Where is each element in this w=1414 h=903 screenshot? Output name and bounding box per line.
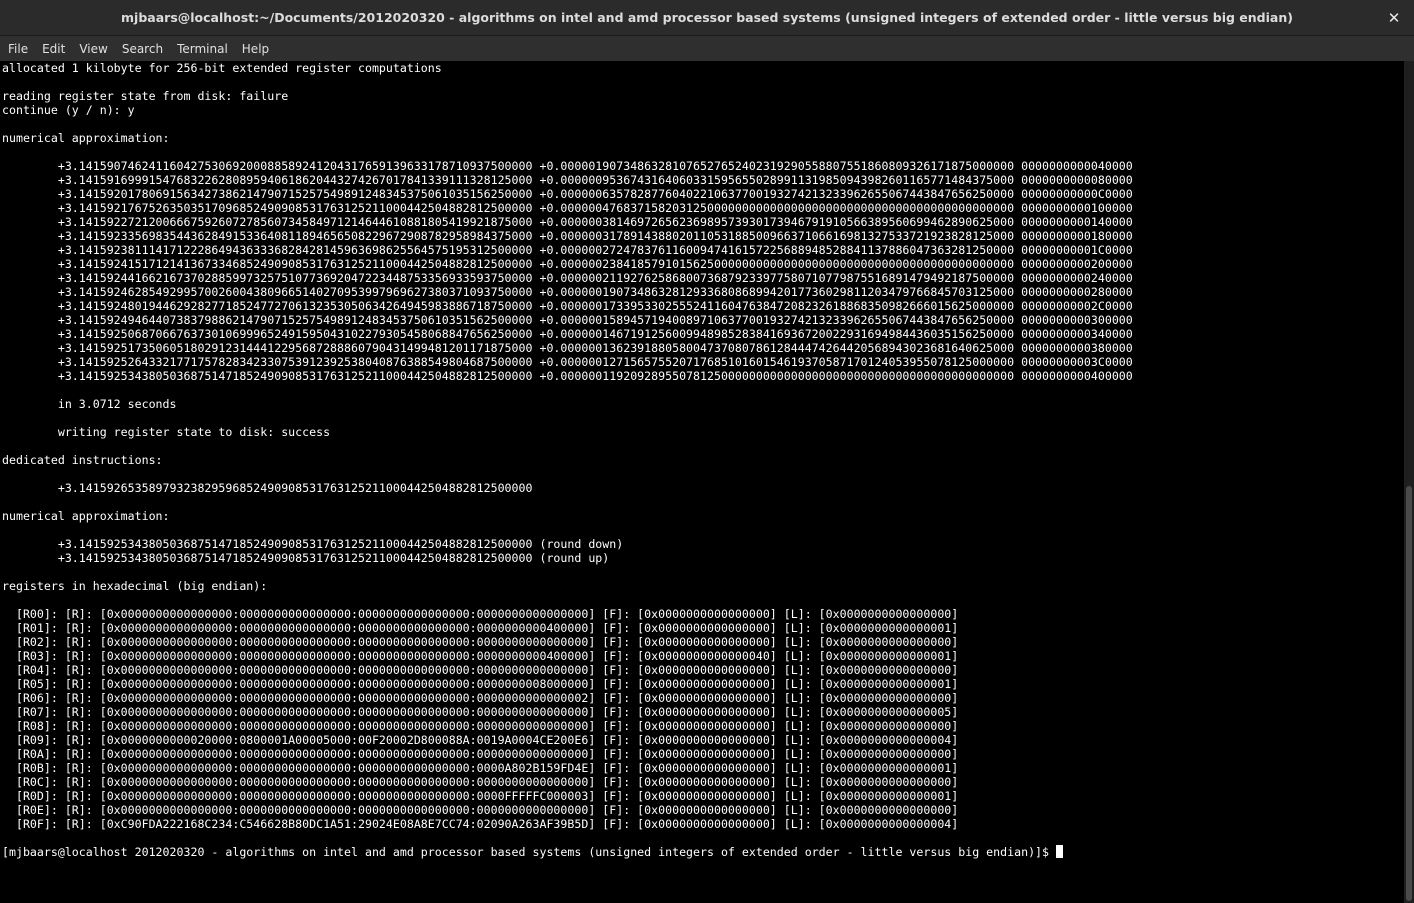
terminal-line: [R06]: [R]: [0x0000000000000000:00000000…: [2, 691, 959, 705]
terminal-line: numerical approximation:: [2, 509, 170, 523]
terminal-line: [R0E]: [R]: [0x0000000000000000:00000000…: [2, 803, 959, 817]
terminal-line: [R0D]: [R]: [0x0000000000000000:00000000…: [2, 789, 959, 803]
window-title: mjbaars@localhost:~/Documents/2012020320…: [121, 10, 1293, 25]
terminal-line: registers in hexadecimal (big endian):: [2, 579, 268, 593]
terminal-line: [R0B]: [R]: [0x0000000000000000:00000000…: [2, 761, 959, 775]
window-titlebar: mjbaars@localhost:~/Documents/2012020320…: [0, 0, 1414, 36]
terminal-line: in 3.0712 seconds: [2, 397, 177, 411]
terminal-line: continue (y / n): y: [2, 103, 135, 117]
terminal-line: +3.1415925068706676373010699965249159504…: [2, 327, 1133, 341]
terminal-line: +3.1415924801944629282771852477270613235…: [2, 299, 1133, 313]
terminal-cursor: [1055, 845, 1063, 858]
terminal-line: [R02]: [R]: [0x0000000000000000:00000000…: [2, 635, 959, 649]
terminal-line: [R01]: [R]: [0x0000000000000000:00000000…: [2, 621, 959, 635]
terminal-line: +3.1415922721200666759260727856073458497…: [2, 215, 1133, 229]
menu-terminal[interactable]: Terminal: [177, 42, 228, 56]
close-icon[interactable]: ✕: [1384, 8, 1404, 28]
terminal-line: +3.1415925264332177175782834233075391239…: [2, 355, 1133, 369]
terminal-line: +3.1415924151712141367334685249090853176…: [2, 257, 1133, 271]
terminal-line: +3.1415923356983544362849153364081189465…: [2, 229, 1133, 243]
scrollbar-thumb[interactable]: [1406, 486, 1412, 901]
terminal-line: +3.1415923811141712228649436333682842814…: [2, 243, 1133, 257]
terminal-line: [R03]: [R]: [0x0000000000000000:00000000…: [2, 649, 959, 663]
terminal-line: dedicated instructions:: [2, 453, 163, 467]
terminal-line: [R04]: [R]: [0x0000000000000000:00000000…: [2, 663, 959, 677]
terminal-scrollbar[interactable]: [1404, 61, 1414, 903]
terminal-line: +3.1415920178069156342738621479071525754…: [2, 187, 1133, 201]
terminal-line: +3.1415926535897932382959685249090853176…: [2, 481, 533, 495]
terminal-line: +3.1415924946440738379886214790715257549…: [2, 313, 1133, 327]
terminal-line: [R08]: [R]: [0x0000000000000000:00000000…: [2, 719, 959, 733]
terminal-line: +3.1415925343805036875147185249090853176…: [2, 537, 624, 551]
terminal-line: [R00]: [R]: [0x0000000000000000:00000000…: [2, 607, 959, 621]
terminal-output[interactable]: allocated 1 kilobyte for 256-bit extende…: [0, 61, 1404, 903]
terminal-line: +3.1415924628549299570026004380966514027…: [2, 285, 1133, 299]
terminal-line: +3.1415916999154768322628089594061862044…: [2, 173, 1133, 187]
terminal-line: reading register state from disk: failur…: [2, 89, 289, 103]
menu-search[interactable]: Search: [122, 42, 163, 56]
terminal-line: [R05]: [R]: [0x0000000000000000:00000000…: [2, 677, 959, 691]
terminal-line: +3.1415907462411604275306920008858924120…: [2, 159, 1133, 173]
terminal-line: allocated 1 kilobyte for 256-bit extende…: [2, 61, 442, 75]
menu-help[interactable]: Help: [242, 42, 269, 56]
terminal-line: [R09]: [R]: [0x0000000000020000:0800001A…: [2, 733, 959, 747]
terminal-line: [R07]: [R]: [0x0000000000000000:00000000…: [2, 705, 959, 719]
terminal-line: [R0C]: [R]: [0x0000000000000000:00000000…: [2, 775, 959, 789]
menu-edit[interactable]: Edit: [42, 42, 65, 56]
terminal-line: +3.1415925343805036875147185249090853176…: [2, 551, 610, 565]
terminal-line: writing register state to disk: success: [2, 425, 331, 439]
menu-file[interactable]: File: [8, 42, 28, 56]
terminal-text: allocated 1 kilobyte for 256-bit extende…: [2, 61, 1133, 859]
shell-prompt-line[interactable]: [mjbaars@localhost 2012020320 - algorith…: [2, 845, 1133, 859]
terminal-line: [R0F]: [R]: [0xC90FDA222168C234:C546628B…: [2, 817, 959, 831]
menu-bar: File Edit View Search Terminal Help: [0, 36, 1414, 61]
terminal-line: +3.1415924416621673702885997325751077369…: [2, 271, 1133, 285]
terminal-line: +3.1415925173506051802912314441229568728…: [2, 341, 1133, 355]
terminal-line: [R0A]: [R]: [0x0000000000000000:00000000…: [2, 747, 959, 761]
shell-prompt: [mjbaars@localhost 2012020320 - algorith…: [2, 845, 1056, 859]
terminal-line: numerical approximation:: [2, 131, 170, 145]
terminal-line: +3.1415925343805036875147185249090853176…: [2, 369, 1133, 383]
terminal-line: +3.1415921767526350351709685249090853176…: [2, 201, 1133, 215]
menu-view[interactable]: View: [79, 42, 107, 56]
